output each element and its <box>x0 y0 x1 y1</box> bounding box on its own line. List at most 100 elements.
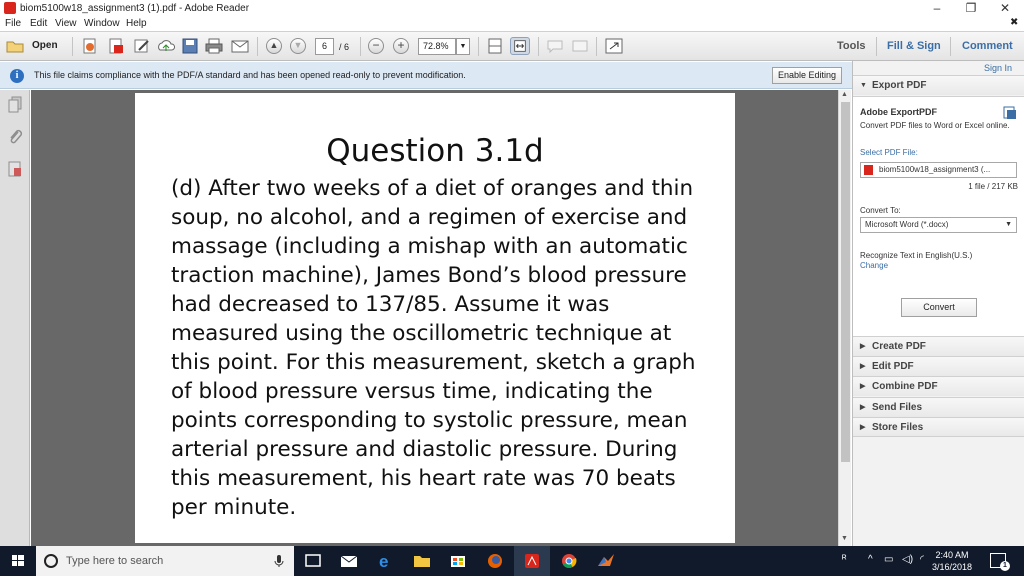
email-icon[interactable] <box>230 37 250 55</box>
collapsed-triangle-icon: ▶ <box>860 383 866 390</box>
restore-button[interactable]: ❐ <box>954 0 988 17</box>
signatures-icon[interactable] <box>7 160 23 178</box>
next-page-button[interactable]: ▼ <box>290 38 306 54</box>
title-bar: biom5100w18_assignment3 (1).pdf - Adobe … <box>0 0 1024 17</box>
tools-pane-button[interactable]: Tools <box>837 40 866 52</box>
edit-pdf-section-header[interactable]: ▶ Edit PDF <box>853 356 1024 376</box>
export-pdf-section-header[interactable]: ▼ Export PDF <box>853 75 1024 95</box>
toolbar-divider <box>72 37 73 56</box>
menu-window[interactable]: Window <box>84 18 120 29</box>
comment-icon[interactable] <box>545 37 565 55</box>
scroll-up-arrow-icon[interactable]: ▲ <box>841 91 848 98</box>
tools-pane: Sign In ▼ Export PDF Adobe ExportPDF Con… <box>852 61 1024 546</box>
upload-cloud-icon[interactable] <box>156 37 176 55</box>
people-icon[interactable]: ᴿ <box>842 554 847 565</box>
store-files-label: Store Files <box>872 422 924 433</box>
print-icon[interactable] <box>204 37 224 55</box>
menu-edit[interactable]: Edit <box>30 18 47 29</box>
microphone-icon[interactable] <box>274 554 284 568</box>
convert-pdf-icon[interactable] <box>106 37 126 55</box>
wifi-icon[interactable]: ◜ <box>920 554 924 565</box>
export-pdf-panel: Adobe ExportPDF Convert PDF files to Wor… <box>853 96 1024 336</box>
zoom-out-button[interactable]: − <box>368 38 384 54</box>
chevron-down-icon: ▼ <box>1005 221 1012 228</box>
collapsed-triangle-icon: ▶ <box>860 343 866 350</box>
battery-icon[interactable]: ▭ <box>884 554 893 565</box>
notification-center-icon[interactable]: 1 <box>990 553 1010 571</box>
edit-icon[interactable] <box>132 37 152 55</box>
save-icon[interactable] <box>180 37 200 55</box>
menu-file[interactable]: File <box>5 18 21 29</box>
enable-editing-button[interactable]: Enable Editing <box>772 67 842 84</box>
toolbar-divider <box>596 37 597 56</box>
document-viewer[interactable]: Question 3.1d (d) After two weeks of a d… <box>31 90 838 546</box>
mail-app-icon[interactable] <box>331 546 367 576</box>
system-clock[interactable]: 2:40 AM 3/16/2018 <box>928 549 976 573</box>
edge-browser-icon[interactable]: e <box>368 546 404 576</box>
page-number-input[interactable]: 6 <box>315 38 334 55</box>
page-total: / 6 <box>339 42 350 52</box>
info-icon: i <box>10 69 24 83</box>
convert-button[interactable]: Convert <box>901 298 977 317</box>
export-title: Adobe ExportPDF <box>860 107 938 117</box>
close-document-button[interactable]: ✖ <box>1010 17 1018 28</box>
zoom-level-input[interactable]: 72.8% <box>418 38 456 55</box>
highlight-icon[interactable] <box>570 37 590 55</box>
combine-pdf-section-header[interactable]: ▶ Combine PDF <box>853 376 1024 396</box>
page-thumbnails-icon[interactable] <box>7 96 23 114</box>
notification-count-badge: 1 <box>1000 561 1010 571</box>
matlab-icon[interactable] <box>588 546 624 576</box>
collapsed-triangle-icon: ▶ <box>860 424 866 431</box>
zoom-dropdown-chevron-icon[interactable]: ▼ <box>456 38 470 55</box>
fit-page-icon[interactable] <box>485 37 505 55</box>
open-label: Open <box>32 40 58 51</box>
export-pdf-label: Export PDF <box>872 80 927 91</box>
pdf-page: Question 3.1d (d) After two weeks of a d… <box>135 93 735 543</box>
recognize-text-label: Recognize Text in English(U.S.) <box>860 251 973 260</box>
fit-width-icon[interactable] <box>510 37 530 55</box>
menu-bar: File Edit View Window Help ✖ <box>0 17 1024 32</box>
export-pdf-icon <box>1003 106 1016 119</box>
clock-time: 2:40 AM <box>935 550 969 560</box>
create-pdf-section-header[interactable]: ▶ Create PDF <box>853 336 1024 356</box>
scrollbar-thumb[interactable] <box>841 102 850 462</box>
sign-in-link[interactable]: Sign In <box>984 63 1012 73</box>
create-pdf-label: Create PDF <box>872 341 926 352</box>
selected-pdf-file[interactable]: biom5100w18_assignment3 (... <box>860 162 1017 178</box>
convert-to-select[interactable]: Microsoft Word (*.docx) ▼ <box>860 217 1017 233</box>
firefox-icon[interactable] <box>477 546 513 576</box>
show-hidden-icons-chevron-icon[interactable]: ^ <box>868 554 873 565</box>
change-language-link[interactable]: Change <box>860 261 888 270</box>
menu-help[interactable]: Help <box>126 18 147 29</box>
taskbar-search-box[interactable]: Type here to search <box>36 546 294 576</box>
scroll-down-arrow-icon[interactable]: ▼ <box>841 535 848 542</box>
zoom-in-button[interactable]: + <box>393 38 409 54</box>
create-pdf-icon[interactable] <box>80 37 100 55</box>
open-button[interactable]: Open <box>6 38 66 55</box>
attachments-paperclip-icon[interactable] <box>7 128 23 146</box>
vertical-scrollbar[interactable]: ▲ ▼ <box>838 90 851 546</box>
volume-icon[interactable]: ◁) <box>902 554 913 565</box>
collapsed-triangle-icon: ▶ <box>860 363 866 370</box>
windows-start-icon[interactable] <box>0 546 36 576</box>
adobe-reader-taskbar-icon[interactable] <box>514 546 550 576</box>
full-screen-icon[interactable] <box>604 37 624 55</box>
store-files-section-header[interactable]: ▶ Store Files <box>853 417 1024 437</box>
close-window-button[interactable]: ✕ <box>988 0 1022 17</box>
minimize-button[interactable]: – <box>920 0 954 17</box>
svg-text:e: e <box>379 552 388 571</box>
menu-view[interactable]: View <box>55 18 77 29</box>
task-view-icon[interactable] <box>295 546 331 576</box>
toolbar: Open ▲ ▼ 6 / 6 − + 72.8% ▼ Tools Fill & … <box>0 32 1024 61</box>
question-title: Question 3.1d <box>326 133 544 169</box>
previous-page-button[interactable]: ▲ <box>266 38 282 54</box>
comment-pane-button[interactable]: Comment <box>962 40 1013 52</box>
toolbar-divider <box>478 37 479 56</box>
convert-to-value: Microsoft Word (*.docx) <box>865 220 949 229</box>
store-app-icon[interactable] <box>440 546 476 576</box>
folder-icon <box>6 41 24 53</box>
send-files-section-header[interactable]: ▶ Send Files <box>853 397 1024 417</box>
file-explorer-icon[interactable] <box>404 546 440 576</box>
chrome-icon[interactable] <box>551 546 587 576</box>
fill-sign-pane-button[interactable]: Fill & Sign <box>887 40 941 52</box>
